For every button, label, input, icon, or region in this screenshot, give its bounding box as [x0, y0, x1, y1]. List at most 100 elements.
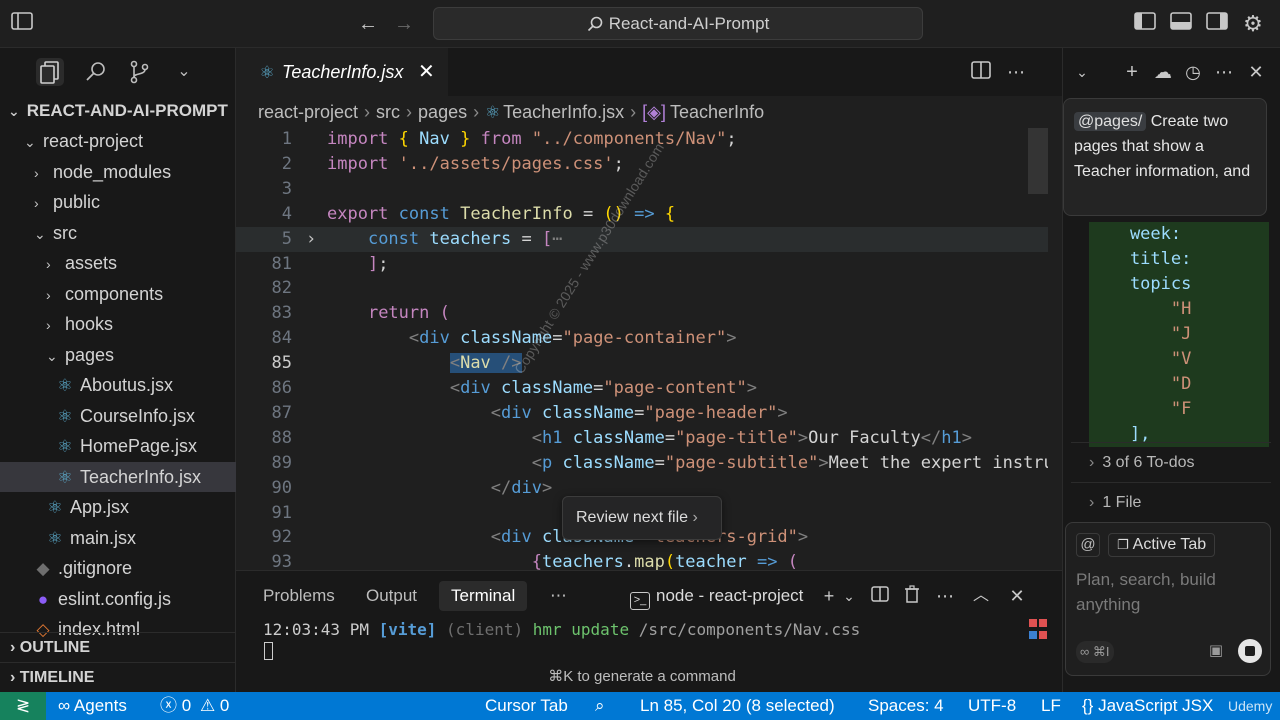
stop-button[interactable] [1238, 639, 1262, 663]
chevron-down-icon[interactable]: ⌄ [1071, 61, 1093, 83]
todos-row[interactable]: › 3 of 6 To-dos [1071, 442, 1271, 482]
tab-terminal[interactable]: Terminal [439, 581, 528, 611]
review-next-file-button[interactable]: Review next file › [562, 496, 722, 540]
more-actions-icon[interactable]: ⋯ [1213, 61, 1235, 83]
code-line[interactable]: 88 <h1 className="page-title">Our Facult… [236, 426, 1048, 451]
problems-status[interactable]: ⓧ 0 ⚠ 0 [160, 692, 229, 720]
terminal-selector[interactable]: >_ node - react-project [630, 581, 803, 611]
code-line[interactable]: 81 ]; [236, 252, 1048, 277]
breadcrumb-item[interactable]: react-project [258, 102, 358, 122]
timeline-section[interactable]: › TIMELINE [0, 662, 236, 692]
code-line[interactable]: 1 import { Nav } from "../components/Nav"… [236, 127, 1048, 152]
command-center-search[interactable]: React-and-AI-Prompt [433, 7, 923, 40]
tree-item[interactable]: ⚛ main.jsx [0, 523, 236, 553]
close-tab-icon[interactable]: ✕ [418, 48, 435, 96]
back-arrow-icon[interactable]: ← [356, 12, 380, 36]
chevron-down-icon[interactable]: ⌄ [838, 585, 860, 607]
new-chat-icon[interactable]: + [1121, 61, 1143, 83]
code-line[interactable]: 4 export const TeacherInfo = () => { [236, 202, 1048, 227]
toggle-secondary-sidebar-icon[interactable] [1205, 12, 1229, 36]
mode-selector[interactable]: ∞ ⌘I [1076, 641, 1114, 663]
search-icon[interactable] [82, 58, 110, 86]
chevron-down-icon: ⌄ [34, 225, 46, 242]
tree-item[interactable]: ● eslint.config.js [0, 584, 236, 614]
agents-button[interactable]: ∞ Agents [58, 692, 127, 720]
code-line[interactable]: 5 › const teachers = [⋯ [236, 226, 1048, 252]
code-line[interactable]: 93 {teachers.map(teacher => ( [236, 550, 1048, 570]
tree-item[interactable]: ⌄ src [0, 218, 236, 248]
composer-input[interactable]: Plan, search, build anything [1076, 567, 1256, 617]
tree-item[interactable]: › node_modules [0, 157, 236, 187]
tree-item[interactable]: › hooks [0, 309, 236, 339]
language-mode[interactable]: {} JavaScript JSX [1082, 692, 1213, 720]
more-actions-icon[interactable]: ⋯ [1005, 61, 1027, 83]
forward-arrow-icon[interactable]: → [392, 12, 416, 36]
code-line[interactable]: 86 <div className="page-content"> [236, 376, 1048, 401]
chat-composer[interactable]: @ ❐ Active Tab Plan, search, build anythi… [1065, 522, 1271, 676]
split-terminal-icon[interactable] [869, 585, 891, 607]
terminal-output[interactable]: 12:03:43 PM [vite] (client) hmr update /… [263, 619, 860, 641]
breadcrumb-item[interactable]: pages [418, 102, 467, 122]
code-line[interactable]: 85 <Nav /> [236, 351, 1048, 376]
indentation-status[interactable]: Spaces: 4 [868, 692, 944, 720]
close-chat-icon[interactable]: ✕ [1245, 61, 1267, 83]
breadcrumb-item[interactable]: src [376, 102, 400, 122]
tab-problems[interactable]: Problems [263, 581, 335, 611]
tree-item[interactable]: › public [0, 187, 236, 217]
user-prompt-card[interactable]: @pages/ Create two pages that show a Tea… [1063, 98, 1267, 216]
code-line[interactable]: 84 <div className="page-container"> [236, 326, 1048, 351]
tree-item[interactable]: ⌄ react-project [0, 126, 236, 156]
tree-item[interactable]: ⚛ Aboutus.jsx [0, 370, 236, 400]
add-context-button[interactable]: @ [1076, 533, 1100, 557]
more-panel-tabs-icon[interactable]: ⋯ [550, 581, 567, 611]
settings-gear-icon[interactable]: ⚙ [1241, 12, 1265, 36]
explorer-root[interactable]: ⌄ REACT-AND-AI-PROMPT [0, 96, 236, 126]
cursor-tab-status[interactable]: Cursor Tab [485, 692, 568, 720]
tree-item[interactable]: ◆ .gitignore [0, 553, 236, 583]
image-attach-icon[interactable]: ▣ [1206, 641, 1226, 661]
more-views-chevron-icon[interactable]: ⌄ [170, 58, 198, 86]
tree-item[interactable]: ⚛ HomePage.jsx [0, 431, 236, 461]
tree-item[interactable]: › components [0, 279, 236, 309]
minimap-scrollbar[interactable] [1028, 128, 1048, 194]
new-terminal-icon[interactable]: + [818, 585, 840, 607]
toggle-primary-sidebar-icon[interactable] [1133, 12, 1157, 36]
tab-output[interactable]: Output [366, 581, 417, 611]
explorer-files-icon[interactable] [36, 58, 64, 86]
more-terminal-actions-icon[interactable]: ⋯ [934, 585, 956, 607]
code-line[interactable]: 87 <div className="page-header"> [236, 401, 1048, 426]
split-editor-icon[interactable] [970, 61, 992, 83]
outline-section[interactable]: › OUTLINE [0, 632, 236, 662]
tree-item-label: TeacherInfo.jsx [80, 466, 202, 487]
fold-chevron-icon[interactable]: › [306, 227, 316, 252]
history-icon[interactable]: ◷ [1182, 61, 1204, 83]
tree-item[interactable]: ⚛ App.jsx [0, 492, 236, 522]
breadcrumb-item[interactable]: TeacherInfo [670, 102, 764, 122]
code-line[interactable]: 82 [236, 276, 1048, 301]
breadcrumb-item[interactable]: TeacherInfo.jsx [503, 102, 624, 122]
tab-teacherinfo[interactable]: ⚛ TeacherInfo.jsx ✕ [236, 48, 448, 96]
code-line[interactable]: 89 <p className="page-subtitle">Meet the… [236, 451, 1048, 476]
cloud-icon[interactable]: ☁ [1152, 61, 1174, 83]
tree-item[interactable]: ⚛ TeacherInfo.jsx [0, 461, 236, 492]
files-row[interactable]: › 1 File [1071, 482, 1271, 522]
zoom-search-icon[interactable]: ⌕ [595, 692, 605, 720]
trash-icon[interactable] [901, 585, 923, 607]
active-tab-chip[interactable]: ❐ Active Tab [1108, 533, 1216, 557]
cursor-position[interactable]: Ln 85, Col 20 (8 selected) [640, 692, 835, 720]
source-control-icon[interactable] [125, 58, 153, 86]
tree-item[interactable]: › assets [0, 248, 236, 278]
tree-item[interactable]: ⌄ pages [0, 340, 236, 370]
toggle-panel-icon[interactable] [1169, 12, 1193, 36]
eol-status[interactable]: LF [1041, 692, 1061, 720]
tree-item[interactable]: ⚛ CourseInfo.jsx [0, 401, 236, 431]
encoding-status[interactable]: UTF-8 [968, 692, 1016, 720]
toggle-sidebar-icon[interactable] [10, 12, 34, 36]
tree-item-label: CourseInfo.jsx [80, 405, 196, 426]
maximize-panel-icon[interactable]: ︿ [970, 585, 992, 607]
code-line[interactable]: 83 return ( [236, 301, 1048, 326]
code-text: import { Nav } from "../components/Nav"; [327, 129, 737, 149]
diff-line: title: [1089, 247, 1269, 272]
close-panel-icon[interactable]: ✕ [1006, 585, 1028, 607]
remote-icon[interactable]: ≷ [0, 692, 46, 720]
